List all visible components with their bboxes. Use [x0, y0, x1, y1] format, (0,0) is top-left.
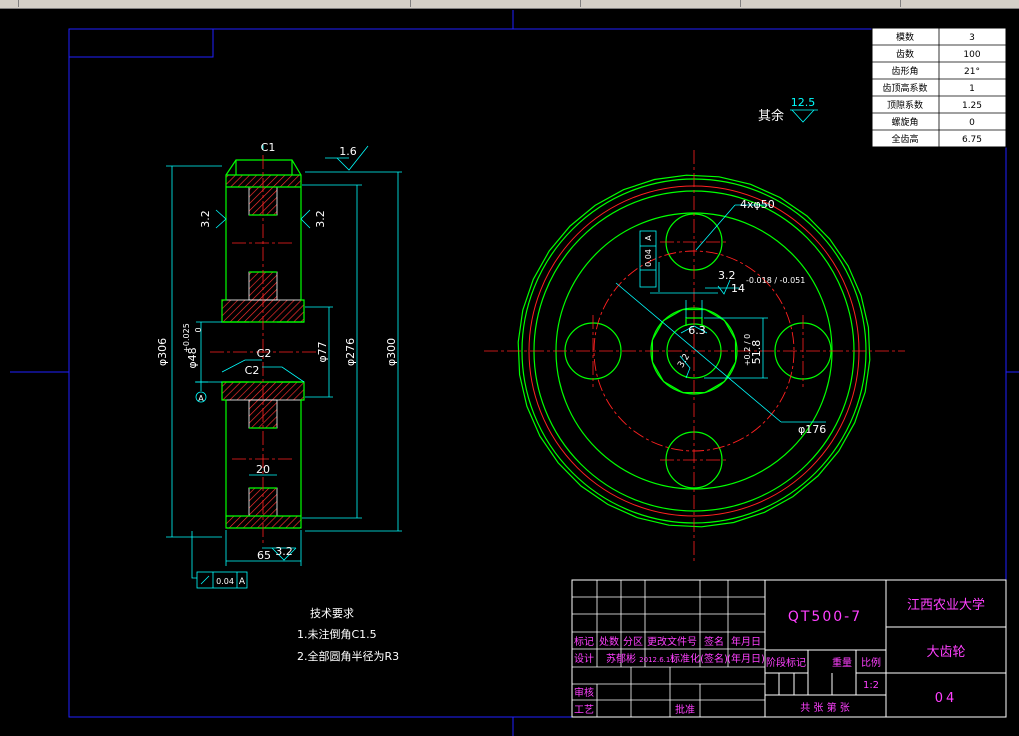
- tb-mark: 标记: [574, 636, 594, 648]
- keyway-width-label: 14: [731, 282, 745, 295]
- roughness-right-label: 3.2: [314, 210, 327, 228]
- param-value: 1.25: [962, 101, 982, 111]
- tb-process: 工艺: [574, 704, 594, 716]
- tb-scale-value: 1:2: [863, 680, 879, 691]
- param-label: 齿顶高系数: [882, 82, 927, 94]
- file-tab[interactable]: [430, 0, 581, 7]
- roughness-rest-value: 12.5: [791, 96, 816, 109]
- technical-requirements: 技术要求 1.未注倒角C1.5 2.全部圆角半径为R3: [297, 607, 399, 663]
- sym-datum-label: A: [644, 235, 653, 241]
- bore-tol-lower: 0: [194, 327, 203, 332]
- param-label: 全齿高: [891, 133, 918, 145]
- dia-web-label: φ276: [344, 338, 357, 366]
- file-tab-4[interactable]: [910, 0, 1019, 7]
- title-block: 标记 处数 分区 更改文件号 签名 年月日 设计 苏郁彬 2012.6.11 标…: [571, 579, 1007, 718]
- roughness-rest: 其余 12.5: [758, 96, 818, 124]
- side-section-view: C1 1.6 3.2 3.2 φ306 φ48 +0.025 0 C2 C2 φ…: [156, 141, 402, 589]
- holes-label: 4xφ50: [740, 198, 775, 211]
- tb-count: 处数: [599, 635, 619, 648]
- dia-outer-left-label: φ306: [156, 338, 169, 366]
- param-label: 顶隙系数: [887, 99, 923, 111]
- param-label: 模数: [896, 31, 914, 43]
- param-value: 3: [969, 33, 975, 43]
- tb-drawing-no: 04: [935, 691, 958, 706]
- tech-title: 技术要求: [310, 607, 354, 620]
- roughness-rest-prefix: 其余: [758, 108, 784, 124]
- runout-datum: A: [239, 577, 246, 587]
- param-value: 6.75: [962, 135, 982, 145]
- bore-roughness-b-label: 3.2: [676, 352, 692, 369]
- tb-change-doc: 更改文件号: [647, 635, 697, 648]
- param-label: 齿形角: [891, 65, 918, 77]
- keyway-depth-tol: +0.2 / 0: [743, 334, 752, 366]
- param-value: 0: [969, 118, 975, 128]
- tb-school: 江西农业大学: [907, 597, 985, 613]
- tb-signature: 签名: [704, 635, 724, 648]
- tb-date: 年月日: [731, 635, 761, 648]
- file-tab-3[interactable]: [750, 0, 901, 7]
- tb-sign-placeholder: (签名): [700, 652, 728, 665]
- roughness-top-label: 1.6: [339, 145, 357, 158]
- tb-zone: 分区: [623, 636, 643, 648]
- param-value: 100: [963, 50, 980, 60]
- web-width-label: 20: [256, 463, 270, 476]
- file-tab-2[interactable]: [590, 0, 741, 7]
- param-value: 21°: [964, 67, 980, 77]
- chamfer-c2-label-a: C2: [257, 347, 272, 360]
- chamfer-c2-label-b: C2: [245, 364, 260, 377]
- tb-stage: 阶段标记: [766, 656, 806, 669]
- front-view: 4xφ50 φ176 3.2 14 -0.018 / -0.051 51.8 +…: [484, 150, 905, 562]
- param-label: 齿数: [896, 48, 914, 60]
- bore-roughness-label: 6.3: [688, 324, 706, 337]
- tb-scale: 比例: [861, 656, 881, 669]
- face-width-label: 65: [257, 549, 271, 562]
- keyway-tol-label: -0.018 / -0.051: [746, 276, 805, 285]
- tb-material: QT500-7: [788, 609, 862, 625]
- datum-symbol-label: A: [198, 394, 204, 403]
- tb-approve: 批准: [675, 703, 695, 716]
- hole-circle-label: φ176: [798, 423, 826, 436]
- tech-note: 1.未注倒角C1.5: [297, 627, 377, 641]
- dia-hub-label: φ77: [316, 341, 329, 362]
- tb-designer: 苏郁彬: [606, 652, 636, 665]
- tb-date-placeholder: (年月日): [727, 652, 765, 665]
- toolbar-tab[interactable]: [30, 0, 411, 7]
- side-dimension-lines: [166, 145, 402, 566]
- keyway-roughness-label: 3.2: [718, 269, 736, 282]
- roughness-bottom-label: 3.2: [275, 545, 293, 558]
- bore-tol-upper: +0.025: [182, 323, 191, 353]
- dia-outer-right-label: φ300: [385, 338, 398, 366]
- roughness-left-label: 3.2: [199, 210, 212, 228]
- runout-tol-value: 0.04: [216, 577, 234, 586]
- tb-sheets: 共 张 第 张: [800, 701, 850, 714]
- tb-part-name: 大齿轮: [926, 645, 965, 660]
- tb-review: 审核: [574, 686, 594, 699]
- tb-design: 设计: [574, 652, 594, 665]
- param-label: 螺旋角: [891, 116, 918, 128]
- tb-weight: 重量: [832, 656, 852, 669]
- sym-tol-value: 0.04: [644, 249, 653, 267]
- cad-drawing-canvas[interactable]: C1 1.6 3.2 3.2 φ306 φ48 +0.025 0 C2 C2 φ…: [0, 8, 1019, 736]
- param-value: 1: [969, 84, 975, 94]
- front-centerlines: [484, 150, 905, 562]
- chamfer-c1-label: C1: [261, 141, 276, 154]
- tb-standard: 标准化: [670, 652, 700, 665]
- tech-note: 2.全部圆角半径为R3: [297, 649, 399, 663]
- app-icon[interactable]: [0, 0, 19, 7]
- gear-params-table: 模数 3 齿数 100 齿形角 21° 齿顶高系数 1 顶隙系数 1.25 螺旋…: [871, 27, 1007, 148]
